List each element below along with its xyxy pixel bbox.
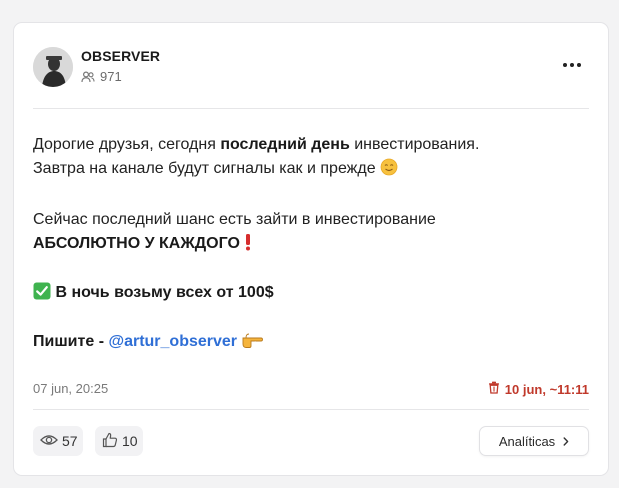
expire-time-value: 10 jun, ~11:11 xyxy=(504,381,589,397)
smile-emoji-icon xyxy=(380,158,398,184)
thumbs-up-icon xyxy=(102,432,118,451)
header-divider xyxy=(33,108,589,109)
exclamation-emoji-icon xyxy=(244,233,252,259)
post-card: OBSERVER 971 Дорогие друзья, сегодня пос… xyxy=(13,22,609,476)
channel-avatar[interactable] xyxy=(33,47,73,87)
eye-icon xyxy=(40,433,58,449)
analytics-label: Analíticas xyxy=(498,433,556,449)
post-text: Дорогие друзья, сегодня последний день и… xyxy=(33,133,593,357)
views-count: 57 xyxy=(62,433,78,449)
analytics-button[interactable]: Analíticas xyxy=(479,426,589,456)
likes-counter[interactable]: 10 xyxy=(95,426,143,456)
mention-link[interactable]: @artur_observer xyxy=(108,333,237,350)
post-header: OBSERVER 971 xyxy=(33,45,588,89)
post-meta: 07 jun, 20:25 10 jun, ~11:11 xyxy=(33,379,589,399)
footer-divider xyxy=(33,409,589,410)
post-footer: 57 10 Analíticas xyxy=(33,426,589,456)
channel-name[interactable]: OBSERVER xyxy=(81,48,160,64)
more-dots-icon[interactable] xyxy=(560,55,584,75)
post-line-3: Сейчас последний шанс есть зайти в инвес… xyxy=(33,211,436,228)
chevron-right-icon xyxy=(563,434,569,449)
users-icon xyxy=(81,70,95,83)
check-mark-emoji-icon xyxy=(33,282,51,308)
pointing-hand-emoji-icon xyxy=(241,331,264,357)
post-line-2: Завтра на канале будут сигналы как и пре… xyxy=(33,157,593,184)
post-date: 07 jun, 20:25 xyxy=(33,381,109,396)
views-counter: 57 xyxy=(33,426,83,456)
expire-time: 10 jun, ~11:11 xyxy=(488,381,589,397)
likes-count: 10 xyxy=(122,433,138,449)
post-line-6: Пишите - @artur_observer xyxy=(33,330,593,357)
post-line-4: АБСОЛЮТНО У КАЖДОГО xyxy=(33,232,593,259)
subscriber-count-value: 971 xyxy=(100,69,122,84)
post-line-1: Дорогие друзья, сегодня последний день и… xyxy=(33,136,480,153)
subscriber-count: 971 xyxy=(81,69,122,84)
post-line-5: В ночь возьму всех от 100$ xyxy=(33,281,593,308)
trash-icon xyxy=(488,381,500,397)
